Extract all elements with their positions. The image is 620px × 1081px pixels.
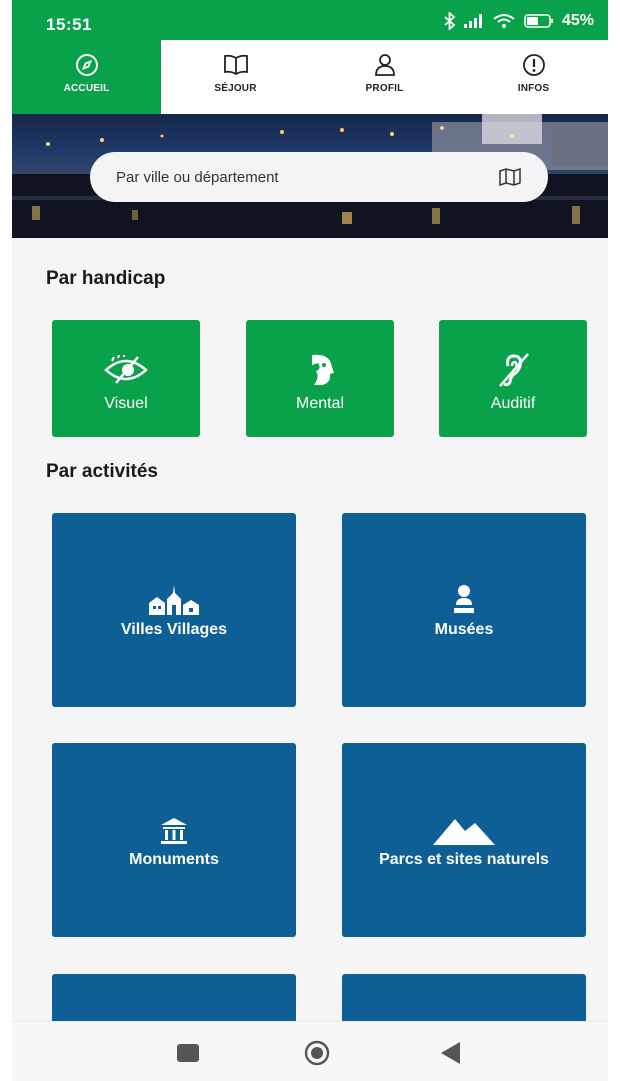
tile-label: Parcs et sites naturels: [379, 851, 549, 868]
tile-mental[interactable]: Mental: [246, 320, 394, 437]
hero-harbor-image: Par ville ou département: [12, 114, 608, 238]
user-icon: [372, 52, 398, 78]
tile-villes-villages[interactable]: Villes Villages: [52, 513, 296, 707]
tile-auditif[interactable]: Auditif: [439, 320, 587, 437]
tab-infos[interactable]: INFOS: [459, 40, 608, 114]
wifi-icon: [492, 13, 516, 29]
village-icon: [147, 581, 201, 615]
tab-profil[interactable]: PROFIL: [310, 40, 459, 114]
signal-icon: [463, 14, 484, 28]
tab-accueil[interactable]: ACCUEIL: [12, 40, 161, 114]
section-title-activities: Par activités: [46, 461, 158, 482]
tile-visuel[interactable]: Visuel: [52, 320, 200, 437]
tab-sejour[interactable]: SÉJOUR: [161, 40, 310, 114]
tile-label: Villes Villages: [120, 621, 228, 638]
book-icon: [223, 52, 249, 78]
ear-icon: [496, 350, 530, 390]
bust-icon: [452, 581, 476, 615]
status-time: 15:51: [46, 15, 92, 34]
tab-label: ACCUEIL: [63, 83, 110, 94]
monument-icon: [159, 811, 189, 845]
section-title-handicap: Par handicap: [46, 268, 166, 289]
status-bar: 15:51 45%: [12, 0, 608, 40]
app-screen: 15:51 45% ACCUEIL SÉJOUR PROFIL INFOS Pa…: [12, 0, 608, 1081]
recent-apps-button[interactable]: [177, 1044, 199, 1067]
tab-label: INFOS: [517, 83, 550, 94]
tab-label: PROFIL: [365, 83, 404, 94]
face-icon: [304, 350, 336, 390]
search-input[interactable]: Par ville ou département: [90, 152, 548, 202]
eye-icon: [104, 350, 148, 390]
back-button[interactable]: [441, 1042, 461, 1069]
mountain-icon: [433, 811, 495, 845]
map-icon[interactable]: [498, 165, 522, 189]
tile-label: Musées: [434, 621, 494, 638]
tile-parcs-sites-naturels[interactable]: Parcs et sites naturels: [342, 743, 586, 937]
home-button[interactable]: [303, 1040, 331, 1071]
status-icons: 45%: [444, 12, 594, 30]
tile-label: Mental: [295, 395, 345, 412]
battery-icon: [524, 14, 554, 28]
tab-label: SÉJOUR: [214, 83, 257, 94]
tile-monuments[interactable]: Monuments: [52, 743, 296, 937]
top-tab-bar: ACCUEIL SÉJOUR PROFIL INFOS: [12, 40, 608, 114]
tile-label: Auditif: [490, 395, 536, 412]
battery-level: 45%: [561, 12, 594, 29]
tile-label: Monuments: [129, 851, 219, 868]
search-placeholder: Par ville ou département: [116, 168, 279, 186]
bluetooth-icon: [444, 12, 456, 30]
tile-label: Visuel: [104, 395, 148, 412]
info-icon: [521, 52, 547, 78]
compass-icon: [74, 52, 100, 78]
system-nav-bar: [12, 1021, 608, 1081]
tile-musees[interactable]: Musées: [342, 513, 586, 707]
